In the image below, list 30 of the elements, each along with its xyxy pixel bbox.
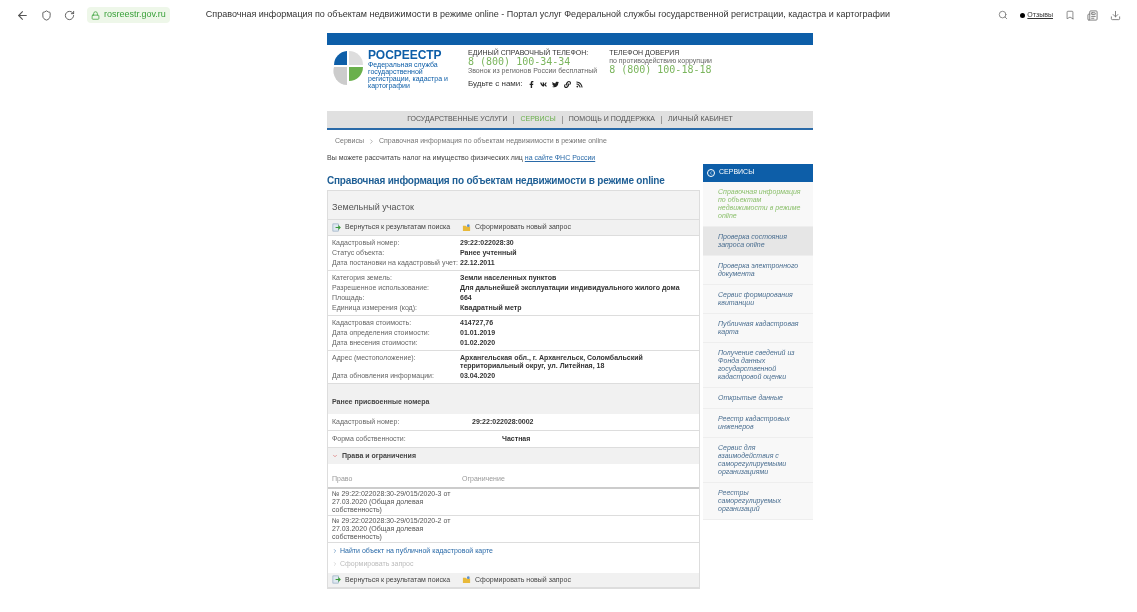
vk-icon[interactable] (539, 80, 547, 88)
twitter-icon[interactable] (551, 80, 559, 88)
page-title: Справочная информация по объектам недвижимости в режиме online - Портал услуг Федеральной службы государственной регистрации, кадастра и картографии (205, 8, 890, 22)
back-circle-icon[interactable] (707, 168, 715, 177)
domain-text: rosreestr.gov.ru (104, 8, 166, 22)
page-arrow-icon (332, 222, 341, 232)
rss-icon[interactable] (575, 80, 583, 88)
bookmark-icon[interactable] (1065, 10, 1075, 20)
social-label: Будьте с нами: (468, 78, 523, 90)
folder-icon (462, 575, 472, 585)
back-icon[interactable] (16, 8, 29, 22)
reload-icon[interactable] (64, 9, 75, 21)
search-icon[interactable] (998, 10, 1009, 20)
chevron-right-icon (368, 137, 375, 145)
page-heading: Справочная информация по объектам недвижимости в режиме online (327, 174, 666, 188)
card-title: Земельный участок (332, 202, 414, 212)
reader-icon[interactable] (1087, 9, 1098, 21)
lock-icon (91, 10, 100, 20)
facebook-icon[interactable] (527, 80, 535, 88)
page-arrow-icon (332, 575, 341, 585)
shield-icon[interactable] (41, 9, 52, 21)
trust-phone: 8 (800) 100-18-18 (609, 65, 712, 75)
download-icon[interactable] (1110, 9, 1121, 21)
logo-title: РОСРЕЕСТР (368, 49, 443, 61)
logo-icon (333, 49, 365, 87)
link-icon[interactable] (563, 80, 571, 88)
address-chip[interactable]: rosreestr.gov.ru (87, 7, 170, 23)
chevron-icon (332, 452, 338, 459)
phone-number: 8 (800) 100-34-34 (468, 57, 572, 67)
folder-icon (462, 222, 472, 232)
